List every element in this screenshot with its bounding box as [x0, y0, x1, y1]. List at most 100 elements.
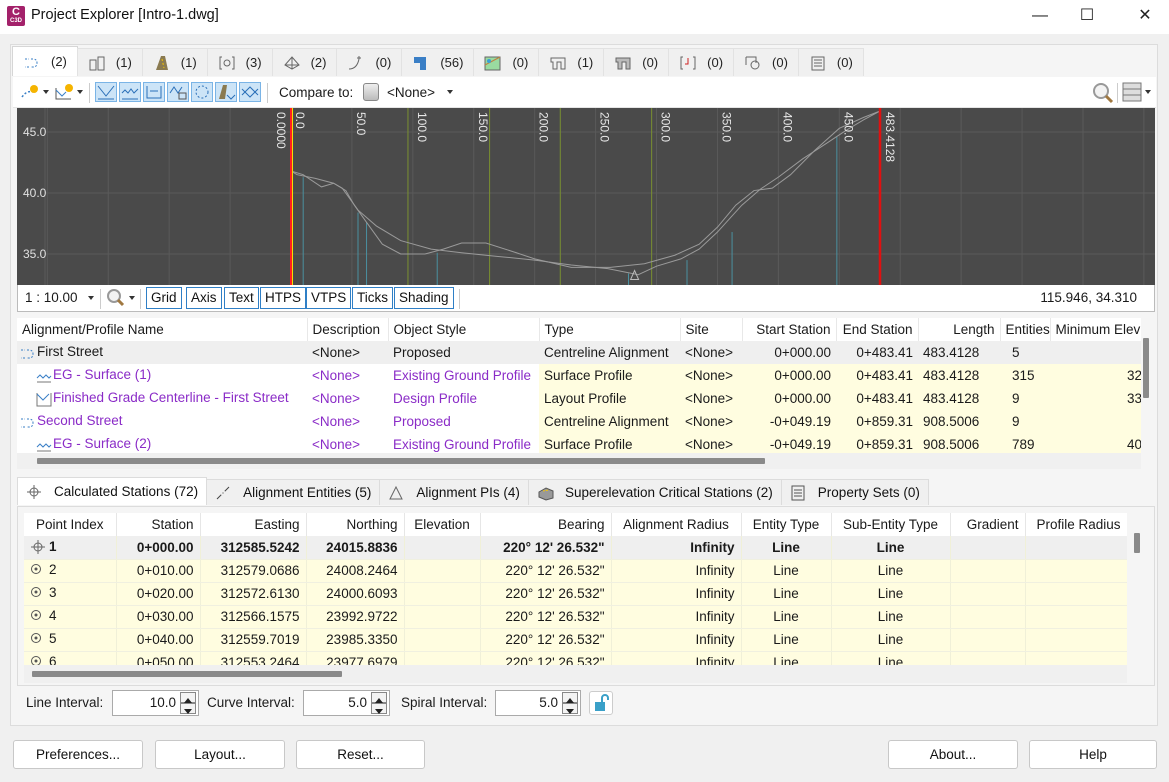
station-row[interactable]: 1 0+000.00 312585.5242 24015.8836 220° 12' 2… — [24, 536, 1127, 560]
scale-dropdown[interactable] — [88, 296, 94, 300]
view-layout-dropdown[interactable] — [1145, 90, 1151, 94]
alignment-column-header[interactable]: Alignment/Profile Name — [17, 318, 308, 341]
layout-profile-icon[interactable] — [95, 82, 117, 102]
station-row[interactable]: 5 0+040.00 312559.7019 23985.3350 220° 12' 2… — [24, 628, 1127, 652]
station-column-header[interactable]: Bearing — [480, 513, 612, 536]
layout-button[interactable]: Layout... — [155, 740, 285, 769]
object-tab-parcel[interactable]: (56) — [401, 48, 475, 76]
maximize-button[interactable]: ☐ — [1064, 0, 1110, 32]
station-row[interactable]: 6 0+050.00 312553.2464 23977.6979 220° 12' 2… — [24, 651, 1127, 665]
sample-profile-icon[interactable] — [239, 82, 261, 102]
new-alignment-icon[interactable] — [19, 82, 41, 102]
object-tab-corridor[interactable]: (1) — [141, 48, 208, 76]
surface-profile-icon[interactable] — [119, 82, 141, 102]
new-profile-icon[interactable] — [53, 82, 75, 102]
detail-tab-superelevation[interactable]: Superelevation Critical Stations (2) — [527, 479, 782, 505]
superimposed-profile-icon[interactable] — [143, 82, 165, 102]
line-interval-input[interactable]: 10.0 — [112, 690, 199, 716]
lock-intervals-button[interactable] — [589, 691, 613, 715]
about-button[interactable]: About... — [888, 740, 1018, 769]
close-button[interactable]: ✕ — [1122, 0, 1168, 32]
stations-hscroll-thumb[interactable] — [32, 671, 342, 677]
station-column-header[interactable]: Alignment Radius — [611, 513, 742, 536]
object-tab-sample-line[interactable]: (0) — [668, 48, 735, 76]
stations-hscrollbar[interactable] — [24, 665, 1127, 683]
alignment-column-header[interactable]: Site — [680, 318, 743, 341]
plot-zoom-icon[interactable] — [106, 288, 126, 311]
object-tab-site[interactable]: (1) — [76, 48, 143, 76]
alignment-row[interactable]: Second Street <None> Proposed Centreline Al… — [17, 410, 1147, 433]
station-column-header[interactable]: Elevation — [404, 513, 481, 536]
view-layout-icon[interactable] — [1122, 82, 1142, 102]
alignment-row[interactable]: Finished Grade Centerline - First Street… — [17, 387, 1147, 410]
plot-zoom-dropdown[interactable] — [129, 296, 135, 300]
station-column-header[interactable]: Station — [116, 513, 201, 536]
station-column-header[interactable]: Profile Radius — [1025, 513, 1127, 536]
alignment-column-header[interactable]: Length — [918, 318, 1001, 341]
object-tab-view-frame[interactable]: (0) — [733, 48, 799, 76]
alignment-hscroll-thumb[interactable] — [37, 458, 765, 464]
toggle-vtps[interactable]: VTPS — [306, 287, 352, 309]
line-interval-up[interactable] — [180, 692, 196, 703]
station-column-header[interactable]: Northing — [306, 513, 405, 536]
station-row[interactable]: 2 0+010.00 312579.0686 24008.2464 220° 12' 2… — [24, 559, 1127, 583]
station-row[interactable]: 3 0+020.00 312572.6130 24000.6093 220° 12' 2… — [24, 582, 1127, 606]
stations-vscroll-thumb[interactable] — [1134, 533, 1140, 553]
toggle-shading[interactable]: Shading — [394, 287, 454, 309]
toggle-text[interactable]: Text — [224, 287, 259, 309]
alignment-column-header[interactable]: Type — [539, 318, 681, 341]
object-tab-pipe-network[interactable]: (1) — [538, 48, 605, 76]
station-column-header[interactable]: Gradient — [950, 513, 1026, 536]
alignment-row[interactable]: EG - Surface (1) <None> Existing Ground Pr… — [17, 364, 1147, 387]
zoom-search-icon[interactable] — [1092, 82, 1114, 104]
scale-select[interactable]: 1 : 10.00 — [25, 290, 78, 305]
station-row[interactable]: 4 0+030.00 312566.1575 23992.9722 220° 12' 2… — [24, 605, 1127, 629]
object-tab-feature-line[interactable]: (0) — [336, 48, 403, 76]
minimize-button[interactable]: — — [1017, 0, 1063, 32]
toggle-htps[interactable]: HTPS — [260, 287, 307, 309]
station-column-header[interactable]: Easting — [200, 513, 307, 536]
detail-tab-station[interactable]: Calculated Stations (72) — [17, 477, 208, 505]
alignment-column-header[interactable]: Object Style — [388, 318, 540, 341]
alignment-vscroll-thumb[interactable] — [1143, 338, 1149, 398]
spiral-interval-up[interactable] — [562, 692, 578, 703]
toggle-grid[interactable]: Grid — [146, 287, 182, 309]
alignment-column-header[interactable]: Start Station — [742, 318, 837, 341]
curve-interval-input[interactable]: 5.0 — [303, 690, 390, 716]
object-tab-alignment[interactable]: (2) — [12, 46, 78, 76]
alignment-hscrollbar[interactable] — [17, 453, 1147, 469]
object-tab-point-group[interactable]: (3) — [206, 48, 273, 76]
alignment-column-header[interactable]: End Station — [836, 318, 919, 341]
curve-interval-up[interactable] — [371, 692, 387, 703]
stations-vscrollbar[interactable] — [1129, 513, 1145, 665]
detail-tab-property-sets[interactable]: Property Sets (0) — [780, 479, 929, 505]
help-button[interactable]: Help — [1029, 740, 1157, 769]
alignment-column-header[interactable]: Minimum Elev — [1050, 318, 1148, 341]
station-column-header[interactable]: Point Index — [24, 513, 117, 536]
alignment-row[interactable]: EG - Surface (2) <None> Existing Ground Pr… — [17, 433, 1147, 453]
alignment-row[interactable]: First Street <None> Proposed Centreline Ali… — [17, 341, 1147, 364]
compare-dropdown[interactable] — [447, 90, 453, 94]
object-tab-pressure-network[interactable]: (0) — [603, 48, 670, 76]
object-tab-surface[interactable]: (2) — [271, 48, 338, 76]
curve-interval-down[interactable] — [371, 703, 387, 714]
quick-profile-icon[interactable] — [215, 82, 237, 102]
preferences-button[interactable]: Preferences... — [13, 740, 143, 769]
alignment-column-header[interactable]: Description — [307, 318, 389, 341]
new-profile-dropdown[interactable] — [77, 90, 83, 94]
object-tab-data-shortcut[interactable]: (0) — [797, 48, 864, 76]
toggle-axis[interactable]: Axis — [186, 287, 222, 309]
station-column-header[interactable]: Sub-Entity Type — [831, 513, 951, 536]
spiral-interval-down[interactable] — [562, 703, 578, 714]
compare-select[interactable]: <None> — [387, 85, 435, 100]
detail-tab-pi[interactable]: Alignment PIs (4) — [379, 479, 529, 505]
spiral-interval-input[interactable]: 5.0 — [495, 690, 581, 716]
offset-profile-icon[interactable] — [191, 82, 213, 102]
detail-tab-entity[interactable]: Alignment Entities (5) — [206, 479, 381, 505]
object-tab-catchment[interactable]: (0) — [473, 48, 540, 76]
station-column-header[interactable]: Entity Type — [741, 513, 832, 536]
alignment-column-header[interactable]: Entities — [1000, 318, 1051, 341]
profile-plot[interactable]: 45.0 40.0 35.0 0.0000 0.0 50.0 100.0 150.0 200.0… — [17, 108, 1155, 285]
line-interval-down[interactable] — [180, 703, 196, 714]
toggle-ticks[interactable]: Ticks — [352, 287, 393, 309]
